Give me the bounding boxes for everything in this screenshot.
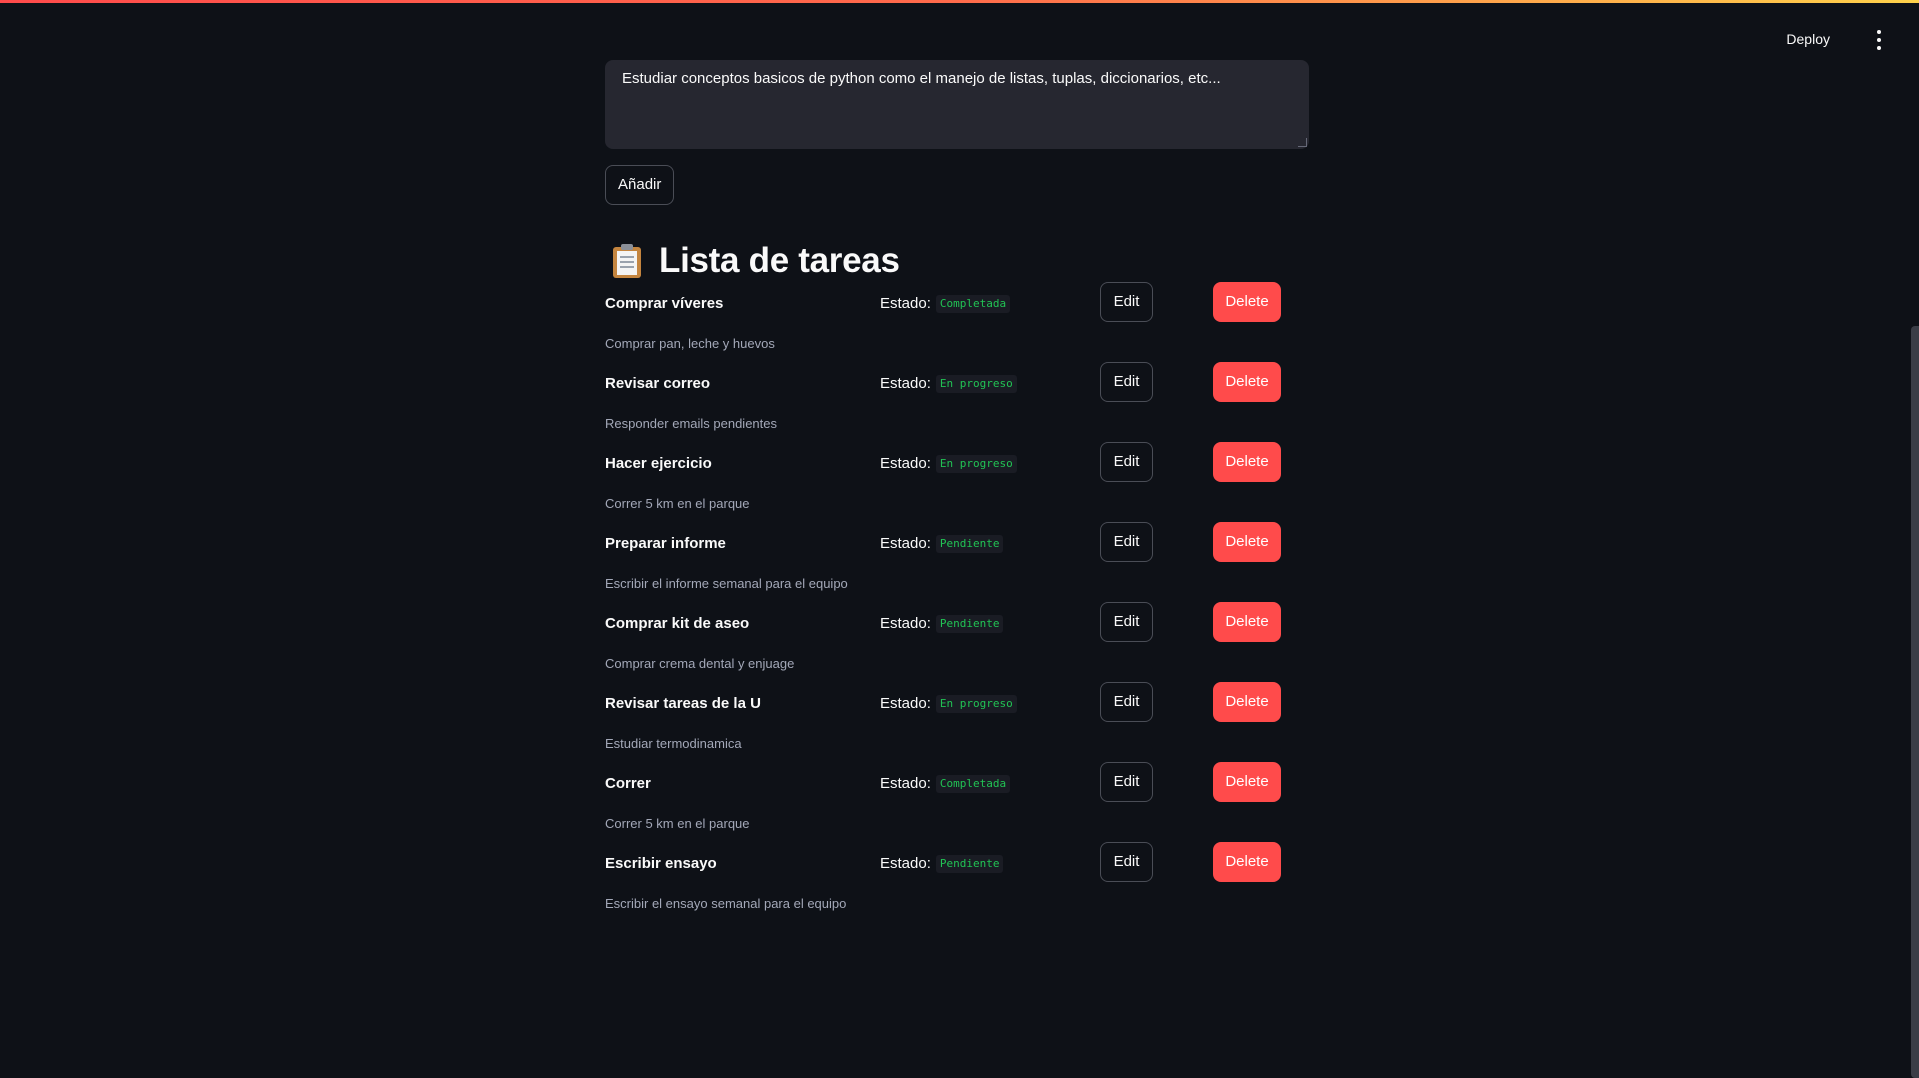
task-status: Estado: Completada (880, 295, 1011, 313)
task-description: Comprar pan, leche y huevos (605, 336, 775, 351)
task-row: Comprar víveres Estado: Completada Edit … (605, 282, 1309, 375)
status-label: Estado: (880, 615, 931, 632)
task-title: Correr (605, 775, 651, 792)
task-row: Preparar informe Estado: Pendiente Edit … (605, 522, 1309, 615)
task-row: Correr Estado: Completada Edit Delete Co… (605, 762, 1309, 855)
task-status: Estado: En progreso (880, 455, 1017, 473)
task-row: Revisar correo Estado: En progreso Edit … (605, 362, 1309, 455)
task-row: Comprar kit de aseo Estado: Pendiente Ed… (605, 602, 1309, 695)
status-label: Estado: (880, 535, 931, 552)
status-badge: Pendiente (935, 615, 1004, 633)
status-badge: Completada (935, 775, 1011, 793)
task-status: Estado: Pendiente (880, 615, 1004, 633)
status-badge: En progreso (935, 455, 1017, 473)
delete-button[interactable]: Delete (1213, 282, 1281, 322)
task-title: Preparar informe (605, 535, 726, 552)
clipboard-icon (613, 244, 641, 278)
task-title: Comprar víveres (605, 295, 724, 312)
edit-button[interactable]: Edit (1100, 282, 1153, 322)
edit-button[interactable]: Edit (1100, 682, 1153, 722)
status-badge: Pendiente (935, 535, 1004, 553)
task-description: Correr 5 km en el parque (605, 496, 750, 511)
status-badge: En progreso (935, 695, 1017, 713)
status-badge: En progreso (935, 375, 1017, 393)
task-title: Hacer ejercicio (605, 455, 712, 472)
status-label: Estado: (880, 295, 931, 312)
delete-button[interactable]: Delete (1213, 762, 1281, 802)
task-description: Estudiar termodinamica (605, 736, 742, 751)
status-label: Estado: (880, 695, 931, 712)
task-status: Estado: Pendiente (880, 535, 1004, 553)
task-row: Escribir ensayo Estado: Pendiente Edit D… (605, 842, 1309, 935)
task-status: Estado: Completada (880, 775, 1011, 793)
task-description-textarea[interactable]: Estudiar conceptos basicos de python com… (605, 60, 1309, 149)
textarea-value: Estudiar conceptos basicos de python com… (622, 70, 1221, 87)
task-description: Escribir el ensayo semanal para el equip… (605, 896, 847, 911)
task-row: Revisar tareas de la U Estado: En progre… (605, 682, 1309, 775)
kebab-menu-icon[interactable] (1869, 29, 1889, 51)
page-scrollbar[interactable] (1911, 326, 1919, 1078)
edit-button[interactable]: Edit (1100, 762, 1153, 802)
task-description: Comprar crema dental y enjuage (605, 656, 795, 671)
edit-button[interactable]: Edit (1100, 362, 1153, 402)
status-label: Estado: (880, 375, 931, 392)
edit-button[interactable]: Edit (1100, 842, 1153, 882)
task-description: Escribir el informe semanal para el equi… (605, 576, 848, 591)
page-title: Lista de tareas (659, 241, 900, 280)
delete-button[interactable]: Delete (1213, 842, 1281, 882)
delete-button[interactable]: Delete (1213, 602, 1281, 642)
task-list: Comprar víveres Estado: Completada Edit … (605, 282, 1309, 935)
task-title: Comprar kit de aseo (605, 615, 750, 632)
resize-handle-icon[interactable] (1298, 138, 1307, 147)
delete-button[interactable]: Delete (1213, 362, 1281, 402)
status-label: Estado: (880, 855, 931, 872)
task-title: Revisar correo (605, 375, 711, 392)
edit-button[interactable]: Edit (1100, 442, 1153, 482)
status-badge: Completada (935, 295, 1011, 313)
delete-button[interactable]: Delete (1213, 682, 1281, 722)
status-label: Estado: (880, 775, 931, 792)
delete-button[interactable]: Delete (1213, 442, 1281, 482)
add-task-button[interactable]: Añadir (605, 165, 675, 205)
edit-button[interactable]: Edit (1100, 522, 1153, 562)
task-description: Responder emails pendientes (605, 416, 777, 431)
main-content: Estudiar conceptos basicos de python com… (605, 60, 1309, 935)
task-status: Estado: En progreso (880, 695, 1017, 713)
section-heading: Lista de tareas (605, 239, 1309, 283)
task-title: Escribir ensayo (605, 855, 717, 872)
status-badge: Pendiente (935, 855, 1004, 873)
task-status: Estado: En progreso (880, 375, 1017, 393)
deploy-button[interactable]: Deploy (1780, 27, 1836, 51)
status-label: Estado: (880, 455, 931, 472)
task-title: Revisar tareas de la U (605, 695, 761, 712)
delete-button[interactable]: Delete (1213, 522, 1281, 562)
task-description: Correr 5 km en el parque (605, 816, 750, 831)
edit-button[interactable]: Edit (1100, 602, 1153, 642)
task-status: Estado: Pendiente (880, 855, 1004, 873)
task-row: Hacer ejercicio Estado: En progreso Edit… (605, 442, 1309, 535)
